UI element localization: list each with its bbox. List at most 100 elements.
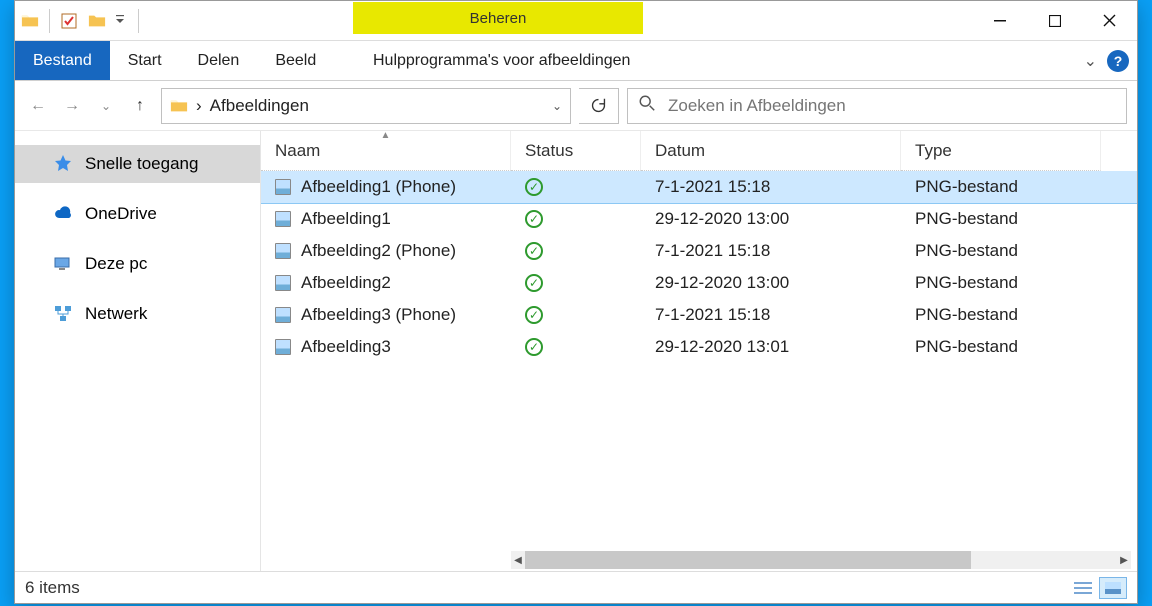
sidebar-item-this-pc[interactable]: Deze pc [15, 245, 260, 283]
search-icon [638, 94, 656, 117]
breadcrumb-folder[interactable]: Afbeeldingen [210, 96, 309, 116]
minimize-button[interactable] [972, 1, 1027, 40]
sidebar-item-label: OneDrive [85, 204, 157, 224]
content-pane: Naam ▲ Status Datum Type Afbeelding1 (Ph… [261, 131, 1137, 571]
cell-status: ✓ [511, 331, 641, 363]
refresh-button[interactable] [579, 88, 619, 124]
column-date[interactable]: Datum [641, 131, 901, 171]
address-bar[interactable]: › Afbeeldingen ⌄ [161, 88, 571, 124]
cell-name: Afbeelding2 (Phone) [261, 235, 511, 267]
separator [49, 9, 50, 33]
qat-dropdown-icon[interactable] [112, 12, 128, 29]
horizontal-scrollbar[interactable]: ◀ ▶ [261, 549, 1137, 571]
file-name: Afbeelding2 (Phone) [301, 241, 456, 261]
cell-type: PNG-bestand [901, 299, 1101, 331]
tab-file[interactable]: Bestand [15, 41, 110, 80]
sidebar-item-label: Deze pc [85, 254, 147, 274]
cell-date: 29-12-2020 13:00 [641, 267, 901, 299]
column-status[interactable]: Status [511, 131, 641, 171]
table-row[interactable]: Afbeelding3 (Phone)✓7-1-2021 15:18PNG-be… [261, 299, 1137, 331]
cell-status: ✓ [511, 235, 641, 267]
forward-button[interactable]: → [59, 93, 85, 119]
contextual-tab-header: Beheren [353, 2, 643, 34]
image-file-icon [275, 307, 291, 323]
ribbon: Bestand Start Delen Beeld Hulpprogramma'… [15, 41, 1137, 81]
tab-picture-tools[interactable]: Hulpprogramma's voor afbeeldingen [353, 41, 650, 81]
cell-status: ✓ [511, 171, 641, 203]
scroll-right-icon[interactable]: ▶ [1117, 551, 1131, 569]
cell-date: 7-1-2021 15:18 [641, 235, 901, 267]
body: Snelle toegang OneDrive Deze pc Netwerk [15, 131, 1137, 571]
image-file-icon [275, 339, 291, 355]
column-type[interactable]: Type [901, 131, 1101, 171]
image-file-icon [275, 275, 291, 291]
synced-icon: ✓ [525, 242, 543, 260]
table-row[interactable]: Afbeelding1 ✓ 29-12-2020 13:00PNG-bestand [261, 203, 1137, 235]
file-name: Afbeelding3 [301, 337, 391, 357]
status-bar: 6 items [15, 571, 1137, 603]
synced-icon: ✓ [525, 274, 543, 292]
recent-locations-button[interactable]: ⌄ [93, 93, 119, 119]
sidebar-item-label: Snelle toegang [85, 154, 198, 174]
cell-date: 29-12-2020 13:00 [641, 203, 901, 235]
cell-status: ✓ [511, 299, 641, 331]
new-folder-icon[interactable] [88, 12, 106, 30]
search-box[interactable] [627, 88, 1127, 124]
maximize-button[interactable] [1027, 1, 1082, 40]
sort-icon: ▲ [381, 130, 391, 141]
cell-name: Afbeelding3 (Phone) [261, 299, 511, 331]
search-input[interactable] [666, 95, 1116, 117]
cell-type: PNG-bestand [901, 203, 1101, 235]
file-name: Afbeelding1 [301, 209, 391, 229]
quick-access-toolbar [15, 1, 145, 40]
contextual-tab-label: Beheren [470, 10, 527, 27]
tab-start[interactable]: Start [110, 41, 180, 80]
tab-view[interactable]: Beeld [257, 41, 334, 80]
expand-ribbon-icon[interactable]: ⌄ [1084, 51, 1097, 71]
breadcrumb-separator: › [196, 96, 202, 116]
up-button[interactable]: ↑ [127, 93, 153, 119]
table-row[interactable]: Afbeelding3✓29-12-2020 13:01PNG-bestand [261, 331, 1137, 363]
table-row[interactable]: Afbeelding1 (Phone)✓7-1-2021 15:18PNG-be… [261, 171, 1137, 203]
synced-icon: ✓ [525, 338, 543, 356]
star-icon [53, 154, 73, 174]
file-list: Afbeelding1 (Phone)✓7-1-2021 15:18PNG-be… [261, 171, 1137, 549]
properties-icon[interactable] [60, 12, 78, 30]
file-name: Afbeelding2 [301, 273, 391, 293]
cell-type: PNG-bestand [901, 235, 1101, 267]
cell-name: Afbeelding1 [261, 203, 511, 235]
file-name: Afbeelding3 (Phone) [301, 305, 456, 325]
scroll-left-icon[interactable]: ◀ [511, 551, 525, 569]
table-row[interactable]: Afbeelding2 (Phone) ✓ 7-1-2021 15:18PNG-be… [261, 235, 1137, 267]
column-headers: Naam ▲ Status Datum Type [261, 131, 1137, 171]
tab-share[interactable]: Delen [180, 41, 258, 80]
table-row[interactable]: Afbeelding2✓29-12-2020 13:00PNG-bestand [261, 267, 1137, 299]
synced-icon: ✓ [525, 210, 543, 228]
cell-date: 29-12-2020 13:01 [641, 331, 901, 363]
file-explorer-window: Beheren Afbeeldingen Bestand Start Delen… [14, 0, 1138, 604]
network-icon [53, 304, 73, 324]
sidebar-item-label: Netwerk [85, 304, 147, 324]
back-button[interactable]: ← [25, 93, 51, 119]
sidebar-item-onedrive[interactable]: OneDrive [15, 195, 260, 233]
thumbnails-view-button[interactable] [1099, 577, 1127, 599]
details-view-button[interactable] [1069, 577, 1097, 599]
cell-name: Afbeelding2 [261, 267, 511, 299]
column-name[interactable]: Naam ▲ [261, 131, 511, 171]
scroll-thumb[interactable] [525, 551, 971, 569]
folder-icon [170, 97, 188, 115]
sidebar-item-network[interactable]: Netwerk [15, 295, 260, 333]
ribbon-right: ⌄ ? [1084, 41, 1137, 80]
view-toggle [1069, 577, 1127, 599]
cell-name: Afbeelding3 [261, 331, 511, 363]
separator [138, 9, 139, 33]
chevron-down-icon[interactable]: ⌄ [552, 99, 562, 113]
close-button[interactable] [1082, 1, 1137, 40]
help-icon[interactable]: ? [1107, 50, 1129, 72]
titlebar: Beheren Afbeeldingen [15, 1, 1137, 41]
sidebar-item-quick-access[interactable]: Snelle toegang [15, 145, 260, 183]
cloud-icon [53, 204, 73, 224]
cell-status: ✓ [511, 267, 641, 299]
file-name: Afbeelding1 (Phone) [301, 177, 456, 197]
cell-name: Afbeelding1 (Phone) [261, 171, 511, 203]
